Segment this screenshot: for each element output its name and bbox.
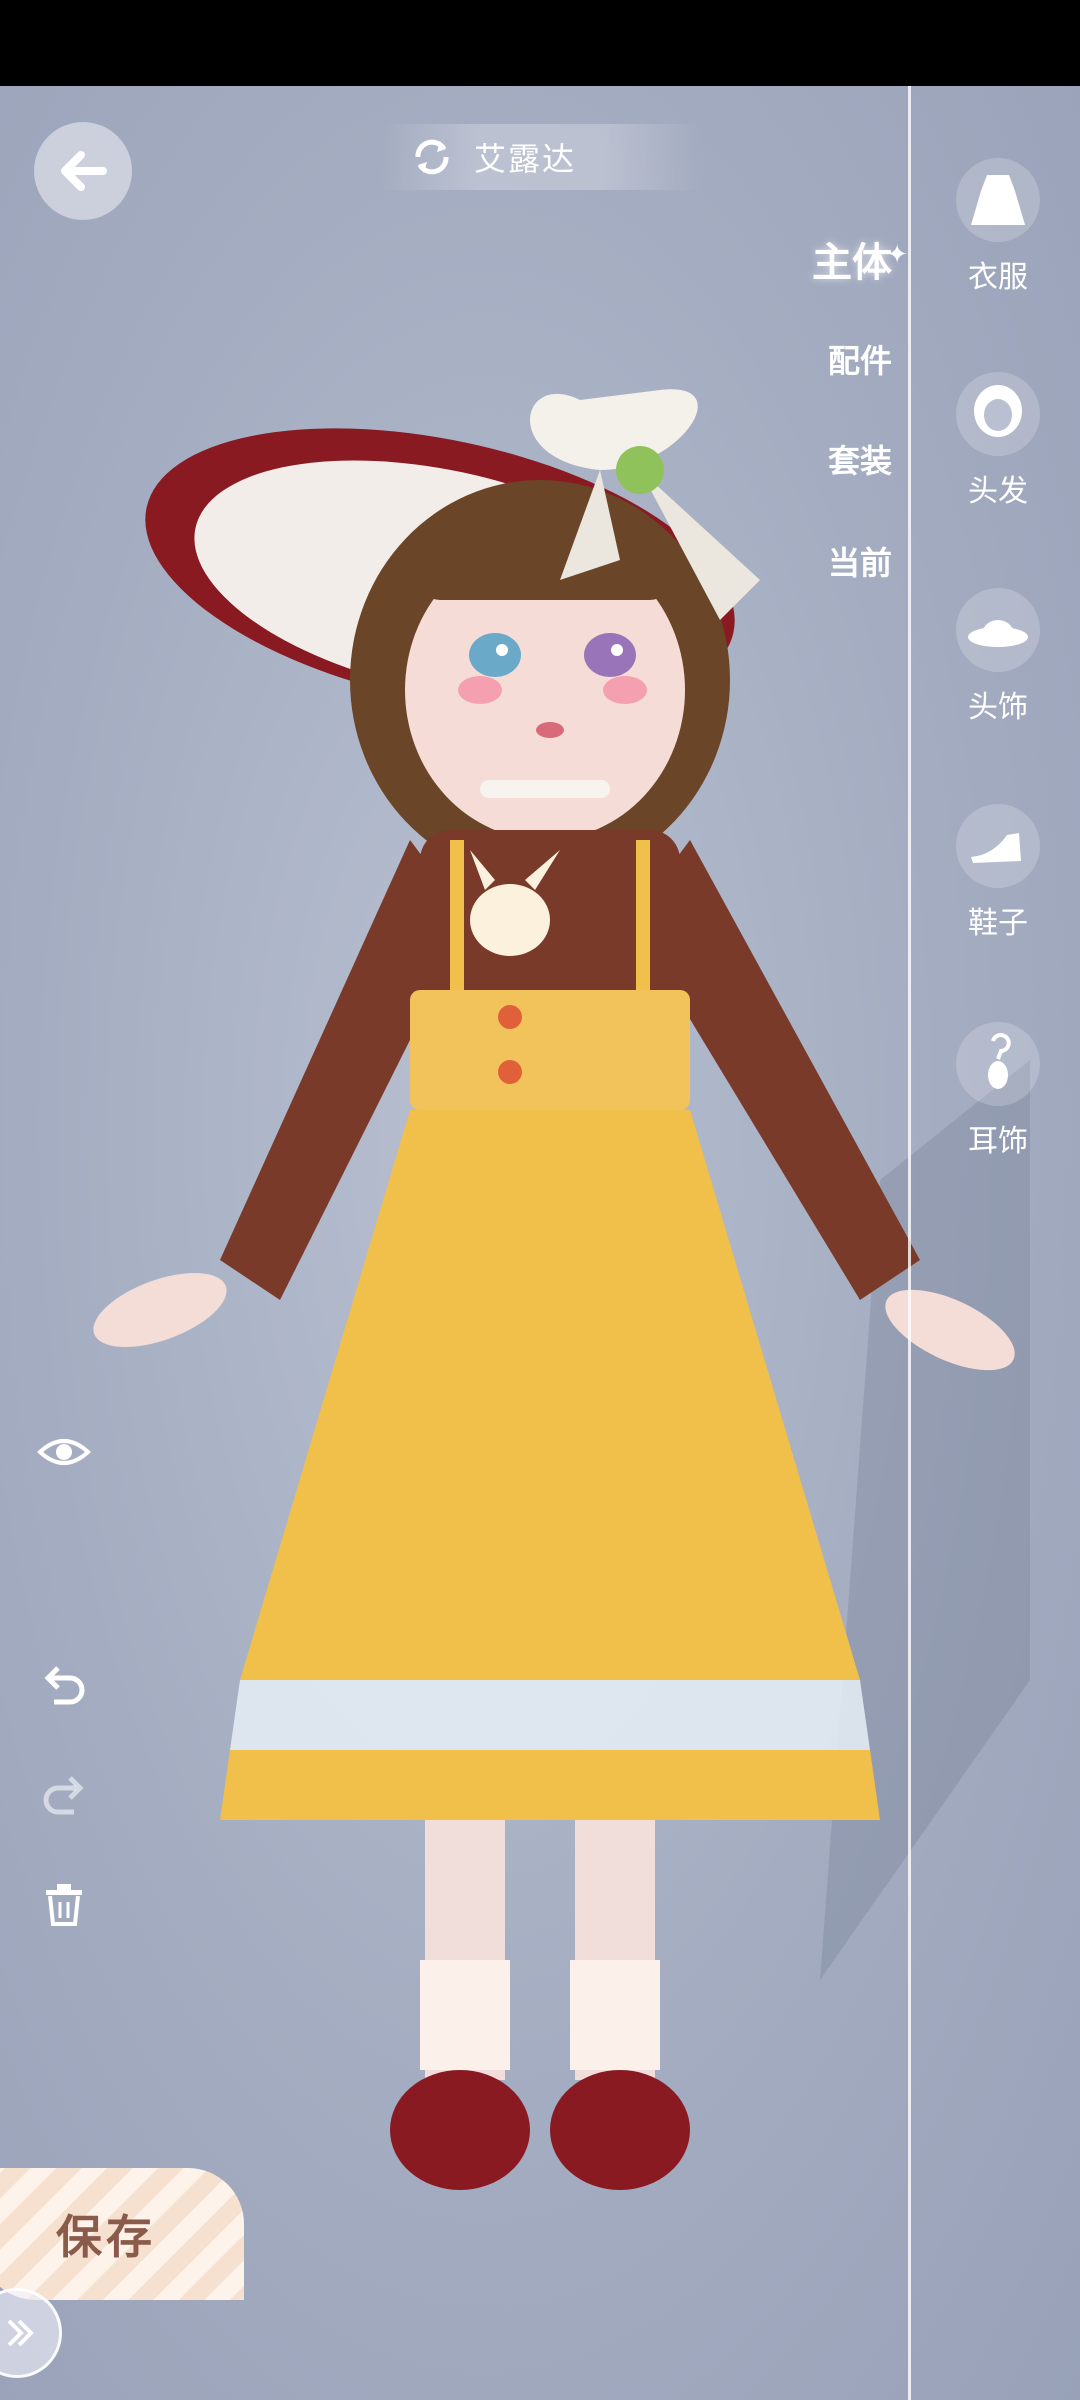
- shoe-icon: [956, 804, 1040, 888]
- category-label: 耳饰: [968, 1124, 1028, 1159]
- hat-icon: [956, 588, 1040, 672]
- subtab-outfits[interactable]: 套装: [828, 436, 892, 482]
- dress-icon: [956, 158, 1040, 242]
- subtab-main[interactable]: 主体: [812, 230, 892, 288]
- subtab-accessories[interactable]: 配件: [828, 336, 892, 382]
- arrow-left-icon: [61, 151, 107, 191]
- category-clothes[interactable]: 衣服: [948, 158, 1048, 296]
- panel-divider: [908, 86, 911, 2400]
- character-name-switcher[interactable]: 艾露达: [380, 124, 700, 190]
- save-button[interactable]: 保存: [0, 2168, 244, 2300]
- category-label: 衣服: [968, 260, 1028, 295]
- redo-icon: [43, 1776, 84, 1815]
- character-name: 艾露达: [474, 140, 577, 178]
- category-label: 头饰: [968, 690, 1028, 725]
- refresh-icon: [415, 139, 449, 175]
- undo-button[interactable]: [32, 1652, 96, 1716]
- earring-icon: [956, 1022, 1040, 1106]
- status-bar: [0, 0, 1080, 86]
- sparkle-icon: ✦: [886, 240, 908, 270]
- eye-icon: [37, 1439, 91, 1465]
- double-chevron-right-icon: [7, 2319, 34, 2347]
- trash-icon: [46, 1884, 82, 1926]
- category-label: 头发: [968, 474, 1028, 509]
- back-button[interactable]: [34, 122, 132, 220]
- hair-icon: [956, 372, 1040, 456]
- undo-icon: [44, 1666, 85, 1705]
- category-headwear[interactable]: 头饰: [948, 588, 1048, 726]
- redo-button[interactable]: [32, 1762, 96, 1826]
- delete-button[interactable]: [32, 1872, 96, 1936]
- category-earrings[interactable]: 耳饰: [948, 1022, 1048, 1160]
- category-label: 鞋子: [968, 906, 1028, 941]
- subtab-current[interactable]: 当前: [828, 538, 892, 584]
- save-label: 保存: [56, 2210, 156, 2264]
- category-hair[interactable]: 头发: [948, 372, 1048, 510]
- category-shoes[interactable]: 鞋子: [948, 804, 1048, 942]
- visibility-toggle[interactable]: [32, 1420, 96, 1484]
